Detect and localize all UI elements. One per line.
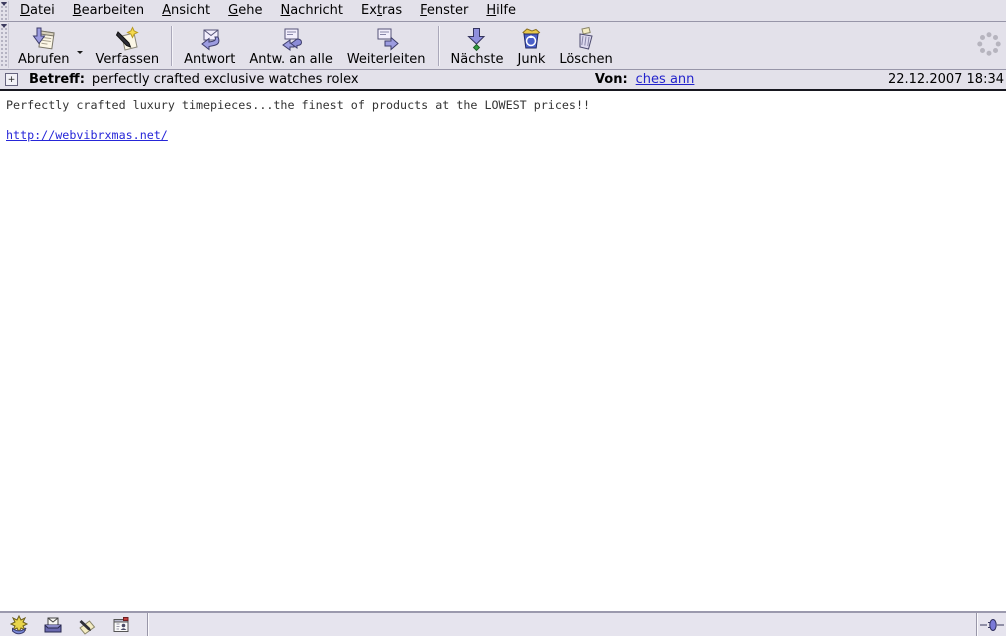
status-text-area: [148, 613, 977, 636]
address-book-icon[interactable]: [111, 615, 131, 635]
next-icon: [464, 24, 490, 52]
navigator-icon[interactable]: [9, 615, 29, 635]
reply-icon: [197, 24, 223, 52]
junk-label: Junk: [518, 52, 546, 68]
get-mail-button[interactable]: Abrufen: [11, 22, 77, 69]
delete-icon: [573, 24, 599, 52]
reply-all-icon: [278, 24, 304, 52]
from-label: Von:: [595, 72, 628, 87]
menubar-grippy[interactable]: [0, 1, 9, 20]
menu-gehe[interactable]: Gehe: [219, 1, 271, 20]
junk-icon: [518, 24, 544, 52]
compose-icon: [114, 24, 140, 52]
menu-hilfe[interactable]: Hilfe: [477, 1, 525, 20]
next-label: Nächste: [451, 52, 504, 68]
reply-label: Antwort: [184, 52, 235, 68]
menu-datei[interactable]: Datei: [11, 1, 64, 20]
delete-label: Löschen: [559, 52, 612, 68]
forward-icon: [373, 24, 399, 52]
message-header-bar: + Betreff: perfectly crafted exclusive w…: [0, 70, 1006, 91]
from-sender-link[interactable]: ches ann: [636, 72, 695, 87]
next-button[interactable]: Nächste: [444, 22, 511, 69]
status-bar: [0, 611, 1006, 636]
header-expander-button[interactable]: +: [5, 73, 18, 86]
composer-icon[interactable]: [77, 615, 97, 635]
component-bar: [0, 613, 148, 636]
compose-button[interactable]: Verfassen: [89, 22, 167, 69]
online-status-area: [977, 613, 1006, 636]
menu-nachricht[interactable]: Nachricht: [271, 1, 352, 20]
online-plug-icon[interactable]: [980, 618, 1004, 632]
reply-button[interactable]: Antwort: [177, 22, 242, 69]
get-mail-label: Abrufen: [18, 52, 70, 68]
get-mail-dropdown-arrow[interactable]: [77, 51, 83, 57]
toolbar-grippy[interactable]: [0, 23, 9, 68]
menu-fenster[interactable]: Fenster: [411, 1, 477, 20]
reply-all-button[interactable]: Antw. an alle: [242, 22, 339, 69]
subject-label: Betreff:: [29, 72, 85, 87]
message-body-text: Perfectly crafted luxury timepieces...th…: [6, 98, 1000, 113]
toolbar-separator: [438, 26, 439, 66]
subject-value: perfectly crafted exclusive watches role…: [92, 72, 595, 87]
message-body-link[interactable]: http://webvibrxmas.net/: [6, 128, 168, 142]
mail-message-window: Datei Bearbeiten Ansicht Gehe Nachricht …: [0, 0, 1006, 636]
menu-label: Ex: [361, 3, 377, 18]
mail-icon[interactable]: [43, 615, 63, 635]
message-body-pane: Perfectly crafted luxury timepieces...th…: [0, 91, 1006, 611]
junk-button[interactable]: Junk: [511, 22, 553, 69]
menu-extras[interactable]: Extras: [352, 1, 411, 20]
forward-button[interactable]: Weiterleiten: [340, 22, 433, 69]
menu-bearbeiten[interactable]: Bearbeiten: [64, 1, 153, 20]
delete-button[interactable]: Löschen: [552, 22, 619, 69]
forward-label: Weiterleiten: [347, 52, 426, 68]
menu-ansicht[interactable]: Ansicht: [153, 1, 219, 20]
get-mail-icon: [31, 24, 57, 52]
reply-all-label: Antw. an alle: [249, 52, 332, 68]
compose-label: Verfassen: [96, 52, 160, 68]
menu-bar: Datei Bearbeiten Ansicht Gehe Nachricht …: [0, 0, 1006, 22]
activity-throbber-icon[interactable]: [976, 31, 1002, 57]
mail-toolbar: Abrufen Verfassen Antwort: [0, 22, 1006, 70]
message-date: 22.12.2007 18:34: [888, 72, 1004, 87]
toolbar-separator: [171, 26, 172, 66]
